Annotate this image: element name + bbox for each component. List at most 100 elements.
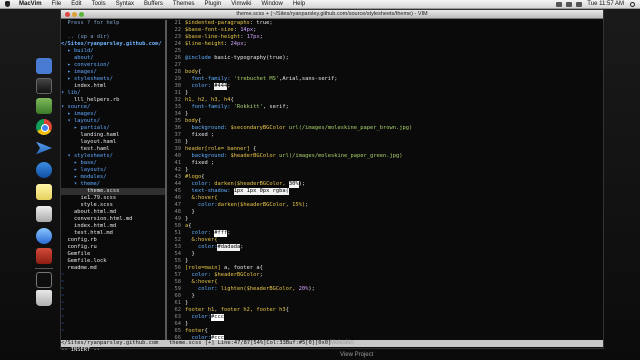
code-line[interactable]: 59 color: lighten($headerBGColor, 20%); <box>169 286 603 293</box>
notes-icon[interactable] <box>36 184 52 200</box>
menu-window[interactable]: Window <box>256 1 287 7</box>
finder-icon[interactable] <box>36 58 52 74</box>
volume-icon[interactable] <box>566 1 573 7</box>
code-line[interactable]: 33 font-family: 'Rokkitt', serif; <box>169 104 603 111</box>
nerdtree-panel[interactable]: Press ? for help .. (up a dir) </Sites/r… <box>61 20 167 340</box>
code-line[interactable]: 34} <box>169 111 603 118</box>
code-line[interactable]: 39 header[role= banner] { <box>169 146 603 153</box>
folder-icon[interactable] <box>36 272 52 288</box>
tree-directory[interactable]: ▸ build/ <box>61 48 165 55</box>
mail-icon[interactable] <box>36 141 52 155</box>
trash-icon[interactable] <box>36 290 52 306</box>
tree-directory[interactable]: ▸ layouts/ <box>61 167 165 174</box>
code-line[interactable]: 40 background: $headerBGColor url(/image… <box>169 153 603 160</box>
code-line[interactable]: 51 color: #fff; <box>169 230 603 237</box>
code-line[interactable]: 24 $line-height: 24px; <box>169 41 603 48</box>
tree-directory[interactable]: ▸ modules/ <box>61 174 165 181</box>
tree-directory[interactable]: ▸ base/ <box>61 160 165 167</box>
menu-syntax[interactable]: Syntax <box>111 1 139 7</box>
code-line[interactable]: 28 body{ <box>169 69 603 76</box>
battery-icon[interactable] <box>576 1 583 7</box>
tree-file[interactable]: theme.scss <box>61 188 165 195</box>
menu-edit[interactable]: Edit <box>66 1 86 7</box>
minimize-icon[interactable] <box>72 12 77 17</box>
tree-directory[interactable]: ▾ layouts/ <box>61 118 165 125</box>
code-line[interactable]: 50 a{ <box>169 223 603 230</box>
tree-directory[interactable]: ▾ stylesheets/ <box>61 153 165 160</box>
tree-file[interactable]: Gemfile <box>61 251 165 258</box>
code-line[interactable]: 36 background: $secondaryBGColor url(/im… <box>169 125 603 132</box>
chrome-icon[interactable] <box>36 119 52 135</box>
tree-file[interactable]: conversion.html.md <box>61 216 165 223</box>
menu-buffers[interactable]: Buffers <box>139 1 168 7</box>
code-line[interactable]: 25 <box>169 48 603 55</box>
apple-menu-icon[interactable] <box>0 0 14 8</box>
tree-file[interactable]: Gemfile.lock <box>61 258 165 265</box>
editor-pane[interactable]: 21 $indented-paragraphs: true; 22 $base-fon… <box>169 20 603 340</box>
code-line[interactable]: 57 color: $headerBGColor; <box>169 272 603 279</box>
code-line[interactable]: 47 color: darken($headerBGColor, 15%); <box>169 202 603 209</box>
menu-vimwiki[interactable]: Vimwiki <box>226 1 256 7</box>
tree-file[interactable]: test.html.md <box>61 230 165 237</box>
tree-directory[interactable]: ▸ stylesheets/ <box>61 76 165 83</box>
spotlight-search-icon[interactable] <box>630 1 635 7</box>
tree-directory[interactable]: ▾ theme/ <box>61 181 165 188</box>
tree-file[interactable]: test.haml <box>61 146 165 153</box>
safari-icon[interactable] <box>36 162 52 178</box>
code-line[interactable]: 27 <box>169 62 603 69</box>
code-line[interactable]: 48 } <box>169 209 603 216</box>
menu-plugin[interactable]: Plugin <box>200 1 227 7</box>
window-titlebar[interactable]: theme.scss + (~/Sites/ryanparsley.github… <box>61 10 603 19</box>
menu-file[interactable]: File <box>47 1 67 7</box>
code-line[interactable]: 35 body{ <box>169 118 603 125</box>
code-line[interactable]: 62 footer h1, footer h2, footer h3{ <box>169 307 603 314</box>
tree-directory[interactable]: about/ <box>61 55 165 62</box>
tree-file[interactable]: style.scss <box>61 202 165 209</box>
wifi-icon[interactable] <box>556 1 563 7</box>
tree-file[interactable]: lll_helpers.rb <box>61 97 165 104</box>
menu-tools[interactable]: Tools <box>87 1 111 7</box>
tree-file[interactable]: ie1.79.scss <box>61 195 165 202</box>
code-line[interactable]: 41 fixed ; <box>169 160 603 167</box>
menu-help[interactable]: Help <box>288 1 310 7</box>
tree-file[interactable]: landing.haml <box>61 132 165 139</box>
tree-file[interactable]: index.html <box>61 83 165 90</box>
acrobat-icon[interactable] <box>36 248 52 264</box>
code-line[interactable]: 42} <box>169 167 603 174</box>
code-line[interactable]: 63 color: #ccc <box>169 314 603 321</box>
code-line[interactable]: 49} <box>169 216 603 223</box>
code-line[interactable]: 21 $indented-paragraphs: true; <box>169 20 603 27</box>
code-line[interactable]: 44 color: darken($headerBGColor, 30%); <box>169 181 603 188</box>
code-line[interactable]: 64} <box>169 321 603 328</box>
skype-icon[interactable] <box>36 228 52 244</box>
code-line[interactable]: 65 footer{ <box>169 328 603 335</box>
tree-directory[interactable]: ▸ conversion/ <box>61 62 165 69</box>
tree-file[interactable]: layout.haml <box>61 139 165 146</box>
code-line[interactable]: 22 $base-font-size: 14px; <box>169 27 603 34</box>
code-line[interactable]: 55} <box>169 258 603 265</box>
menu-themes[interactable]: Themes <box>168 1 200 7</box>
code-line[interactable]: 37 fixed ; <box>169 132 603 139</box>
tree-directory[interactable]: ▾ lib/ <box>61 90 165 97</box>
code-line[interactable]: 46 &:hover{ <box>169 195 603 202</box>
tree-file[interactable]: index.html.md <box>61 223 165 230</box>
code-line[interactable]: 61} <box>169 300 603 307</box>
tree-directory[interactable]: ▸ images/ <box>61 111 165 118</box>
code-line[interactable]: 58 &:hover{ <box>169 279 603 286</box>
code-line[interactable]: 52 &:hover{ <box>169 237 603 244</box>
code-line[interactable]: 54 } <box>169 251 603 258</box>
command-line[interactable]: -- INSERT -- <box>61 347 603 354</box>
terminal-icon[interactable] <box>36 78 52 94</box>
code-line[interactable]: 30 color: #444; <box>169 83 603 90</box>
activity-monitor-icon[interactable] <box>36 98 52 114</box>
code-line[interactable]: 45 text-shadow: 1px 1px 0px rgba( <box>169 188 603 195</box>
code-line[interactable]: 43 #logo{ <box>169 174 603 181</box>
code-line[interactable]: 26 @include basic-typography(true); <box>169 55 603 62</box>
tree-directory[interactable]: ▸ images/ <box>61 69 165 76</box>
code-line[interactable]: 38} <box>169 139 603 146</box>
close-icon[interactable] <box>65 12 70 17</box>
tree-file[interactable]: about.html.md <box>61 209 165 216</box>
tree-root[interactable]: </Sites/ryanparsley.github.com/ <box>61 41 165 48</box>
code-line[interactable]: 29 font-family: 'trebuchet MS' ,Arial,san… <box>169 76 603 83</box>
code-line[interactable]: 32 h1, h2, h3, h4{ <box>169 97 603 104</box>
